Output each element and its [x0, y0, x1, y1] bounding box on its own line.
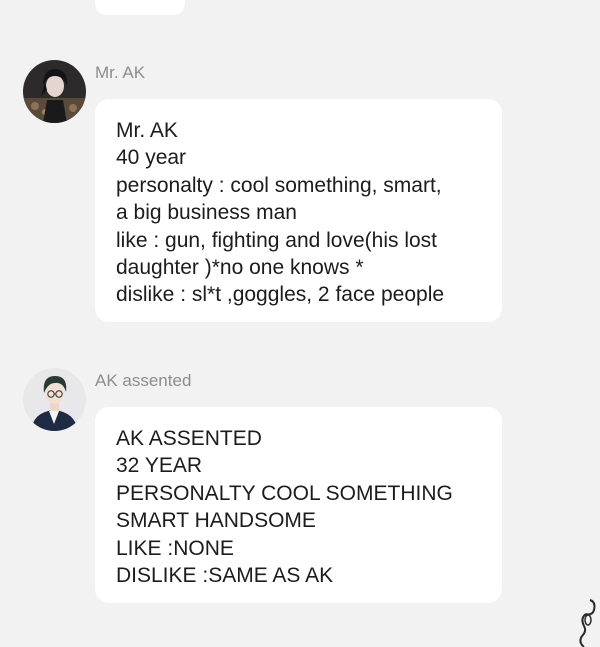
message-line: DISLIKE :SAME AS AK	[116, 564, 334, 588]
previous-message-bubble	[95, 0, 185, 15]
avatar-mr-ak[interactable]	[23, 60, 86, 123]
message-line: a big business man	[116, 201, 297, 225]
message-line: 32 YEAR	[116, 454, 202, 478]
message-line: SMART HANDSOME	[116, 509, 316, 533]
sender-name: AK assented	[95, 371, 192, 390]
avatar-ak-assented[interactable]	[23, 368, 86, 431]
message-line: LIKE :NONE	[116, 536, 234, 560]
message-line: 40 year	[116, 146, 187, 170]
message-line: AK ASSENTED	[116, 427, 262, 450]
message-line: like : gun, fighting and love(his lost	[116, 228, 438, 252]
message-line: PERSONALTY COOL SOMETHING	[116, 481, 453, 505]
dark-haired-man-avatar-icon	[23, 60, 86, 123]
message-line: daughter )*no one knows *	[116, 256, 364, 280]
man-with-glasses-avatar-icon	[23, 368, 86, 431]
message-bubble[interactable]: Mr. AK 40 year personalty : cool somethi…	[95, 99, 502, 322]
message-line: Mr. AK	[116, 119, 178, 142]
sender-name: Mr. AK	[95, 63, 146, 82]
message-line: personalty : cool something, smart,	[116, 173, 442, 197]
chain-icon	[579, 599, 596, 647]
message-line: dislike : sl*t ,goggles, 2 face people	[116, 283, 445, 307]
message-bubble[interactable]: AK ASSENTED 32 YEAR PERSONALTY COOL SOME…	[95, 407, 502, 603]
